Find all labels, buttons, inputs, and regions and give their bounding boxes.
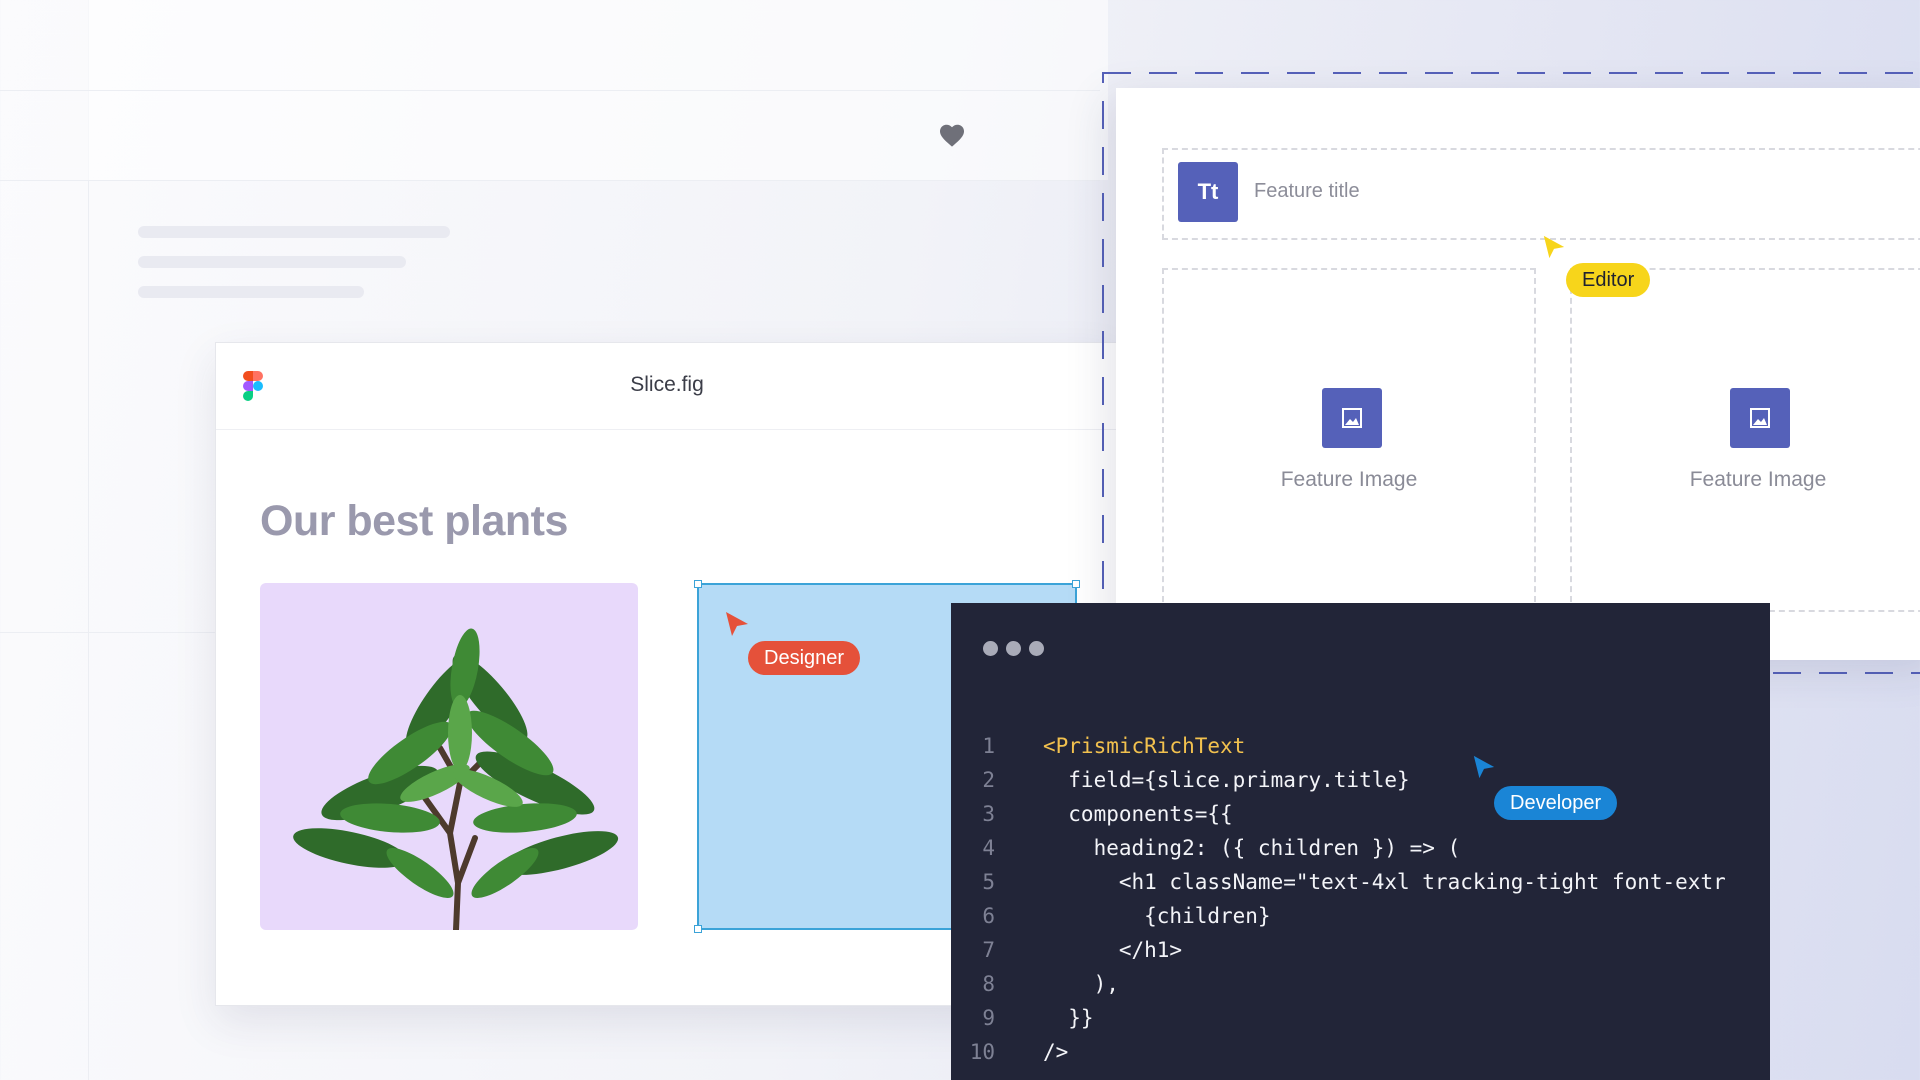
line-number: 3	[982, 802, 995, 826]
designer-cursor-icon	[726, 612, 748, 636]
code-lines: 1 <PrismicRichText 2 field={slice.primary.…	[951, 729, 1770, 1069]
editor-cursor-icon	[1543, 235, 1565, 259]
placeholder-line	[138, 256, 406, 268]
code-text: <PrismicRichText	[1043, 734, 1246, 758]
code-line[interactable]: 2 field={slice.primary.title}	[951, 763, 1770, 797]
code-text: {children}	[1043, 904, 1271, 928]
feature-image-field[interactable]: Feature Image	[1162, 268, 1536, 612]
resize-handle[interactable]	[694, 580, 702, 588]
background-divider	[0, 90, 1100, 91]
code-line[interactable]: 9 }}	[951, 1001, 1770, 1035]
editor-tag: Editor	[1566, 263, 1651, 297]
designer-tag: Designer	[748, 641, 861, 675]
text-type-icon: Tt	[1178, 162, 1238, 222]
code-line[interactable]: 7 </h1>	[951, 933, 1770, 967]
code-text: }}	[1043, 1006, 1094, 1030]
plant-image	[293, 628, 619, 930]
feature-title-label: Feature title	[1254, 180, 1360, 202]
code-line[interactable]: 3 components={{	[951, 797, 1770, 831]
developer-tag: Developer	[1494, 786, 1618, 820]
developer-cursor-icon	[1473, 755, 1495, 779]
background-divider	[0, 632, 220, 633]
feature-image-field[interactable]: Feature Image	[1570, 268, 1920, 612]
line-number: 8	[982, 972, 995, 996]
figma-window-header: Slice.fig	[216, 343, 1116, 430]
code-line[interactable]: 1 <PrismicRichText	[951, 729, 1770, 763]
line-number: 6	[982, 904, 995, 928]
line-number: 1	[982, 734, 995, 758]
line-number: 10	[969, 1040, 995, 1064]
code-line[interactable]: 5 <h1 className="text-4xl tracking-tight…	[951, 865, 1770, 899]
placeholder-line	[138, 226, 450, 238]
heart-icon[interactable]	[938, 122, 966, 148]
line-number: 5	[982, 870, 995, 894]
figma-file-title: Slice.fig	[630, 373, 704, 396]
code-text: </h1>	[1043, 938, 1183, 962]
plant-image-card[interactable]	[260, 583, 638, 930]
resize-handle[interactable]	[1072, 580, 1080, 588]
editor-panel: Tt Feature title Feature Image Feature I…	[1116, 88, 1920, 660]
line-number: 7	[982, 938, 995, 962]
code-line[interactable]: 8 ),	[951, 967, 1770, 1001]
feature-title-field[interactable]: Tt Feature title	[1162, 148, 1920, 240]
window-control-dot[interactable]	[1029, 641, 1044, 656]
feature-image-label: Feature Image	[1280, 468, 1418, 491]
code-line[interactable]: 4 heading2: ({ children }) => (	[951, 831, 1770, 865]
background-divider	[0, 180, 1100, 181]
line-number: 4	[982, 836, 995, 860]
line-number: 9	[982, 1006, 995, 1030]
code-line[interactable]: 10 />	[951, 1035, 1770, 1069]
image-icon	[1730, 388, 1790, 448]
line-number: 2	[982, 768, 995, 792]
code-text: />	[1043, 1040, 1069, 1064]
code-text: heading2: ({ children }) => (	[1043, 836, 1461, 860]
code-editor-window: 1 <PrismicRichText 2 field={slice.primary.…	[951, 603, 1770, 1080]
page-heading: Our best plants	[260, 497, 568, 545]
code-text: ),	[1043, 972, 1119, 996]
code-text: components={{	[1043, 802, 1233, 826]
code-text: <h1 className="text-4xl tracking-tight f…	[1043, 870, 1726, 894]
code-text: field={slice.primary.title}	[1043, 768, 1410, 792]
code-line[interactable]: 6 {children}	[951, 899, 1770, 933]
feature-image-label: Feature Image	[1689, 468, 1827, 491]
image-icon	[1322, 388, 1382, 448]
placeholder-line	[138, 286, 364, 298]
window-control-dot[interactable]	[983, 641, 998, 656]
window-control-dot[interactable]	[1006, 641, 1021, 656]
resize-handle[interactable]	[694, 925, 702, 933]
